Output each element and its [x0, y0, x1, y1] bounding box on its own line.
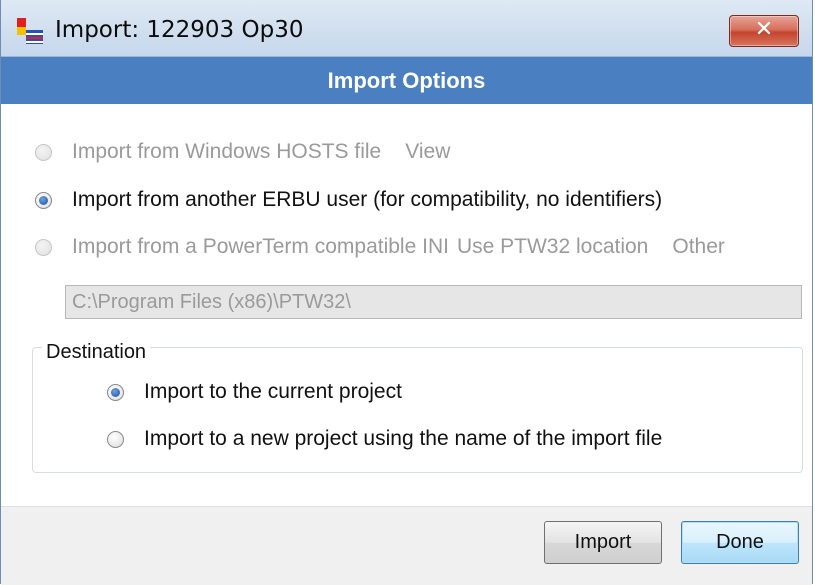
ptw32-path-field[interactable]: C:\Program Files (x86)\PTW32\: [65, 285, 802, 319]
current-project-label: Import to the current project: [144, 380, 402, 403]
close-button[interactable]: ✕: [729, 15, 799, 47]
option-powerterm-ini[interactable]: Import from a PowerTerm compatible INI U…: [35, 233, 725, 261]
hosts-radio[interactable]: [35, 143, 52, 161]
other-location-option[interactable]: Other: [672, 235, 725, 259]
window-title: Import: 122903 Op30: [55, 17, 304, 43]
option-new-project[interactable]: Import to a new project using the name o…: [107, 425, 662, 453]
destination-legend: Destination: [42, 341, 151, 364]
ini-label: Import from a PowerTerm compatible INI: [72, 235, 449, 258]
import-options-header: Import Options: [1, 57, 812, 104]
import-dialog-window: Import: 122903 Op30 ✕ Import Options Imp…: [0, 0, 813, 585]
new-project-radio[interactable]: [107, 430, 124, 448]
import-button[interactable]: Import: [544, 521, 662, 564]
erbu-label: Import from another ERBU user (for compa…: [72, 188, 663, 211]
app-flag-icon: [17, 18, 43, 44]
view-hosts-link[interactable]: View: [405, 140, 450, 164]
done-button[interactable]: Done: [681, 521, 799, 564]
close-icon: ✕: [754, 17, 774, 42]
ini-radio[interactable]: [35, 238, 52, 256]
current-project-radio[interactable]: [107, 383, 124, 401]
option-current-project[interactable]: Import to the current project: [107, 378, 402, 406]
new-project-label: Import to a new project using the name o…: [144, 427, 663, 450]
destination-group: [32, 347, 803, 473]
title-bar[interactable]: Import: 122903 Op30 ✕: [1, 0, 812, 57]
option-erbu-user[interactable]: Import from another ERBU user (for compa…: [35, 186, 662, 214]
option-hosts-file[interactable]: Import from Windows HOSTS file View: [35, 138, 450, 166]
hosts-label: Import from Windows HOSTS file: [72, 140, 382, 163]
erbu-radio[interactable]: [35, 191, 52, 209]
use-ptw32-location-option[interactable]: Use PTW32 location: [457, 235, 648, 259]
